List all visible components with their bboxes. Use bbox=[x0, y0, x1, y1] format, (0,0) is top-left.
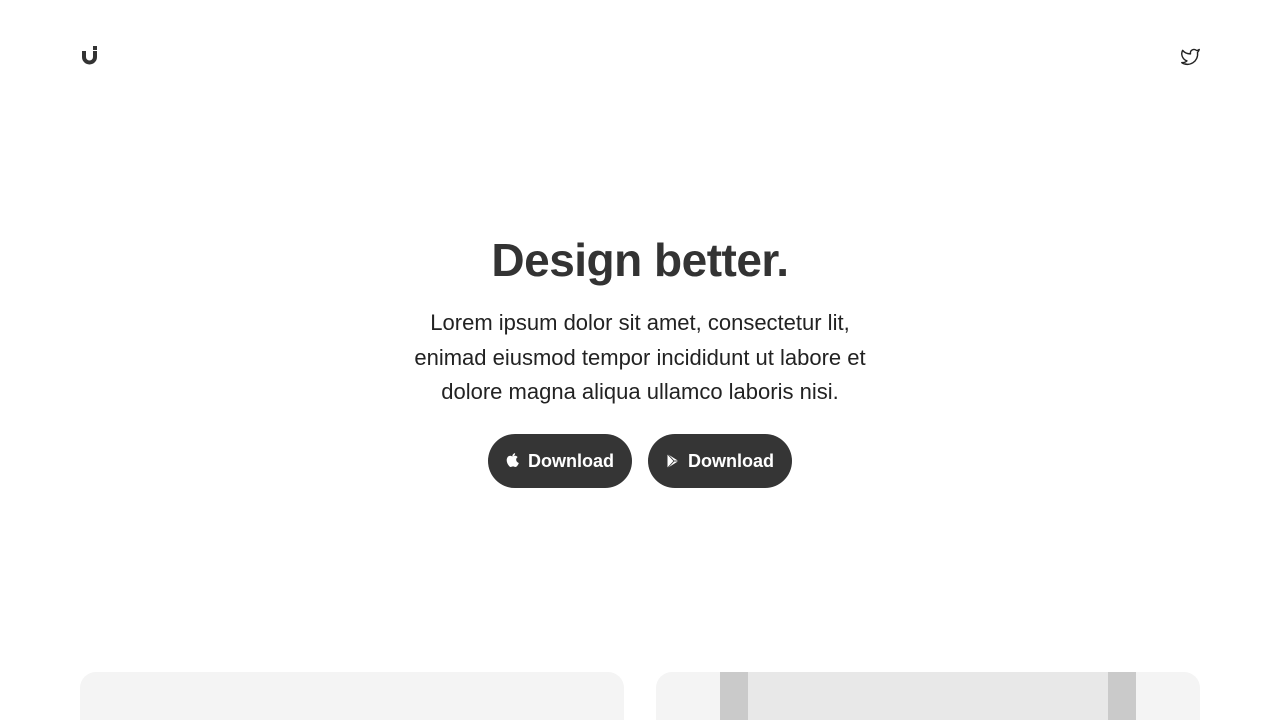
landing-page: Design better. Lorem ipsum dolor sit ame… bbox=[0, 0, 1280, 720]
google-play-download-label: Download bbox=[688, 450, 774, 471]
hero-description-line: Lorem ipsum dolor sit amet, consectetur … bbox=[430, 310, 850, 335]
google-play-icon bbox=[666, 453, 680, 469]
hero-description: Lorem ipsum dolor sit amet, consectetur … bbox=[380, 306, 900, 410]
preview-card-left bbox=[80, 672, 624, 720]
app-store-download-label: Download bbox=[528, 450, 614, 471]
hero-title: Design better. bbox=[491, 234, 789, 286]
twitter-bird-icon bbox=[1181, 48, 1200, 66]
app-store-download-button[interactable]: Download bbox=[488, 434, 632, 488]
apple-icon bbox=[506, 453, 520, 469]
twitter-link[interactable] bbox=[1180, 46, 1201, 67]
hero-section: Design better. Lorem ipsum dolor sit ame… bbox=[0, 232, 1280, 410]
preview-card-right bbox=[656, 672, 1200, 720]
download-buttons: Download Download bbox=[0, 434, 1280, 488]
device-edge bbox=[720, 672, 748, 720]
device-edge bbox=[1108, 672, 1136, 720]
hero-description-line: enimad eiusmod tempor incididunt ut labo… bbox=[414, 344, 866, 370]
google-play-download-button[interactable]: Download bbox=[648, 434, 792, 488]
device-mockup bbox=[720, 672, 1136, 720]
u-logo-icon bbox=[82, 46, 97, 65]
hero-description-line: dolore magna aliqua ullamco laboris nisi… bbox=[441, 379, 839, 404]
brand-logo[interactable] bbox=[80, 46, 99, 66]
